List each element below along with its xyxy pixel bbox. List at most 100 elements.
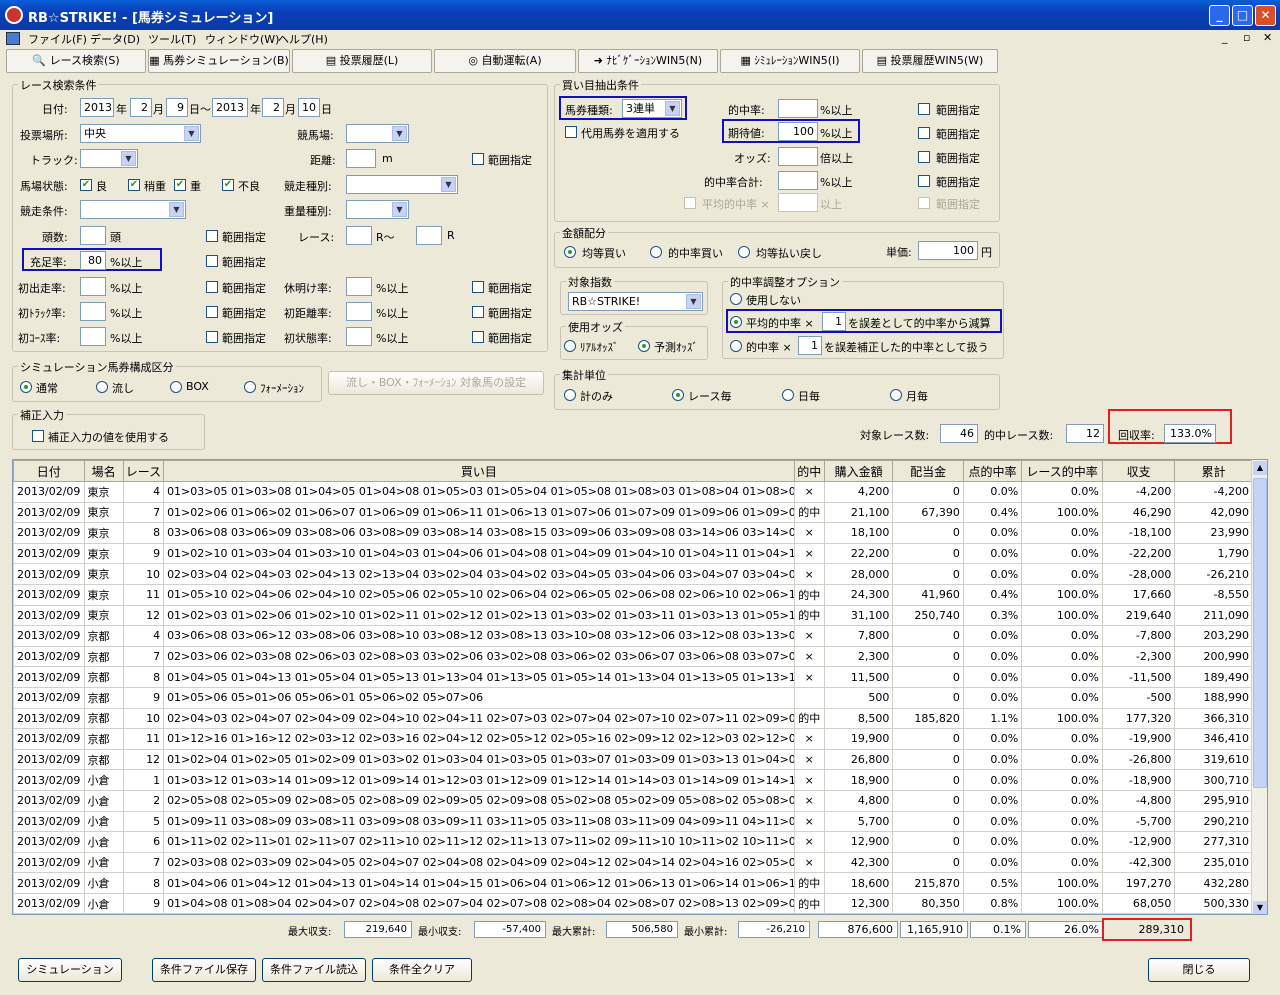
- tab-bet-simulation[interactable]: ▦ 馬券シミュレーション(B): [148, 49, 290, 73]
- adjust-none-radio[interactable]: [730, 293, 742, 305]
- menu-help[interactable]: ヘルプ(H): [278, 31, 328, 47]
- mdi-minimize-button[interactable]: _: [1222, 31, 1228, 44]
- real-odds-radio[interactable]: [564, 340, 576, 352]
- first-run-field[interactable]: [80, 277, 106, 296]
- table-row[interactable]: 2013/02/09 小倉 8 01>04>06 01>04>12 01>04>13 …: [13, 872, 1253, 894]
- scroll-up-icon[interactable]: ▲: [1253, 461, 1267, 475]
- table-row[interactable]: 2013/02/09 小倉 6 01>11>02 02>11>01 02>11>07 …: [13, 831, 1253, 853]
- predicted-odds-radio[interactable]: [638, 340, 650, 352]
- hit-rate-field[interactable]: [778, 99, 818, 118]
- table-row[interactable]: 2013/02/09 小倉 5 01>09>11 03>08>09 03>08>11 …: [13, 810, 1253, 833]
- cond-slightly-heavy-checkbox[interactable]: ✔: [128, 179, 140, 191]
- results-table[interactable]: 日付 場名 レース 買い目 的中 購入金額 配当金 点的中率 レース的中率 収支 累計 2013/0…: [12, 459, 1268, 915]
- rest-rate-field[interactable]: [346, 277, 372, 296]
- table-row[interactable]: 2013/02/09 東京 12 01>02>03 01>02>06 01>02>10…: [13, 604, 1253, 627]
- clear-conditions-button[interactable]: 条件全クリア: [372, 958, 472, 982]
- from-month-field[interactable]: 2: [130, 98, 152, 117]
- to-month-field[interactable]: 2: [262, 98, 284, 117]
- table-row[interactable]: 2013/02/09 京都 12 01>02>04 01>02>05 01>02>09…: [13, 748, 1253, 771]
- cond-bad-checkbox[interactable]: ✔: [222, 179, 234, 191]
- race-to-field[interactable]: [416, 226, 442, 245]
- from-day-field[interactable]: 9: [166, 98, 188, 117]
- course-select[interactable]: ▼: [346, 124, 409, 143]
- table-row[interactable]: 2013/02/09 小倉 1 01>03>12 01>03>14 01>09>12 …: [13, 769, 1253, 791]
- use-correction-checkbox[interactable]: [32, 430, 44, 442]
- distance-range-checkbox[interactable]: [472, 153, 484, 165]
- sim-box-radio[interactable]: [170, 381, 182, 393]
- sim-formation-radio[interactable]: [244, 381, 256, 393]
- expected-value-field[interactable]: 100: [778, 122, 818, 141]
- scroll-down-icon[interactable]: ▼: [1253, 901, 1267, 914]
- table-row[interactable]: 2013/02/09 京都 4 03>06>08 03>06>12 03>08>06 …: [13, 625, 1253, 647]
- column-header[interactable]: 日付: [13, 460, 85, 482]
- table-row[interactable]: 2013/02/09 東京 8 03>06>08 03>06>09 03>08>06 …: [13, 522, 1253, 544]
- agg-race-radio[interactable]: [672, 389, 684, 401]
- venue-select[interactable]: 中央 ▼: [80, 124, 201, 143]
- tab-race-search[interactable]: 🔍 レース検索(S): [6, 49, 146, 73]
- sim-flow-radio[interactable]: [96, 381, 108, 393]
- table-row[interactable]: 2013/02/09 京都 10 02>04>03 02>04>07 02>04>09…: [13, 707, 1253, 730]
- tab-vote-history-win5[interactable]: ▤ 投票履歴WIN5(W): [862, 49, 998, 73]
- table-row[interactable]: 2013/02/09 小倉 9 01>04>08 01>08>04 02>04>07 …: [13, 892, 1253, 914]
- distance-field[interactable]: [346, 149, 376, 168]
- table-row[interactable]: 2013/02/09 東京 4 01>03>05 01>03>08 01>04>05 …: [13, 481, 1253, 503]
- mdi-doc-icon[interactable]: [6, 32, 20, 45]
- column-header[interactable]: レース: [122, 460, 165, 482]
- column-header[interactable]: レース的中率: [1021, 460, 1103, 482]
- substitute-ticket-checkbox[interactable]: [565, 126, 577, 138]
- table-row[interactable]: 2013/02/09 京都 7 02>03>06 02>03>08 02>06>03 …: [13, 645, 1253, 668]
- range-checkbox[interactable]: [918, 197, 930, 209]
- adjust-hit-radio[interactable]: [730, 340, 742, 352]
- minimize-button[interactable]: _: [1209, 5, 1230, 26]
- race-rule-select[interactable]: ▼: [80, 200, 186, 219]
- heads-field[interactable]: [80, 226, 106, 245]
- column-header[interactable]: 配当金: [892, 460, 964, 482]
- odds-field[interactable]: [778, 147, 818, 166]
- hit-rate-buy-radio[interactable]: [650, 246, 662, 258]
- sim-normal-radio[interactable]: [20, 381, 32, 393]
- range-checkbox[interactable]: [206, 331, 218, 343]
- adjust-avg-radio[interactable]: [730, 316, 742, 328]
- table-row[interactable]: 2013/02/09 小倉 7 02>03>08 02>03>09 02>04>05 …: [13, 851, 1253, 874]
- tab-navigation-win5[interactable]: ➜ ﾅﾋﾞｹﾞｰｼｮﾝWIN5(N): [578, 49, 718, 73]
- first-track-field[interactable]: [80, 302, 106, 321]
- tab-auto-run[interactable]: ◎ 自動運転(A): [434, 49, 576, 73]
- unit-price-field[interactable]: 100: [918, 241, 978, 260]
- range-checkbox[interactable]: [472, 331, 484, 343]
- maximize-button[interactable]: □: [1232, 5, 1253, 26]
- agg-day-radio[interactable]: [782, 389, 794, 401]
- hit-error-field[interactable]: 1: [798, 336, 822, 355]
- mdi-close-button[interactable]: ✕: [1263, 31, 1272, 44]
- cond-heavy-checkbox[interactable]: ✔: [174, 179, 186, 191]
- race-from-field[interactable]: [346, 226, 372, 245]
- range-checkbox[interactable]: [918, 151, 930, 163]
- race-type-select[interactable]: ▼: [346, 175, 458, 194]
- avg-error-field[interactable]: 1: [822, 312, 846, 331]
- scroll-thumb[interactable]: [1253, 478, 1267, 788]
- track-select[interactable]: ▼: [80, 149, 138, 168]
- target-horse-settings-button[interactable]: 流し・BOX・ﾌｫｰﾒｰｼｮﾝ 対象馬の設定: [328, 371, 544, 395]
- fill-rate-field[interactable]: 80: [80, 251, 106, 270]
- heads-range-checkbox[interactable]: [206, 230, 218, 242]
- column-header[interactable]: 累計: [1174, 460, 1253, 482]
- range-checkbox[interactable]: [918, 103, 930, 115]
- close-button[interactable]: 閉じる: [1148, 958, 1250, 982]
- column-header[interactable]: 購入金額: [823, 460, 894, 482]
- equal-payout-radio[interactable]: [738, 246, 750, 258]
- vertical-scrollbar[interactable]: ▲ ▼: [1251, 460, 1267, 914]
- weight-type-select[interactable]: ▼: [346, 200, 409, 219]
- menu-tools[interactable]: ツール(T): [148, 31, 196, 47]
- from-year-field[interactable]: 2013: [80, 98, 114, 117]
- first-condition-field[interactable]: [346, 327, 372, 346]
- menu-window[interactable]: ウィンドウ(W): [205, 31, 279, 47]
- column-header[interactable]: 収支: [1101, 460, 1176, 482]
- range-checkbox[interactable]: [918, 127, 930, 139]
- agg-total-radio[interactable]: [564, 389, 576, 401]
- table-row[interactable]: 2013/02/09 小倉 2 02>05>08 02>05>09 02>08>05 …: [13, 789, 1253, 812]
- menu-data[interactable]: データ(D): [90, 31, 140, 47]
- avg-hit-rate-field[interactable]: [778, 193, 818, 212]
- tab-vote-history[interactable]: ▤ 投票履歴(L): [292, 49, 432, 73]
- first-course-field[interactable]: [80, 327, 106, 346]
- column-header[interactable]: 的中: [793, 460, 825, 482]
- cond-good-checkbox[interactable]: ✔: [80, 179, 92, 191]
